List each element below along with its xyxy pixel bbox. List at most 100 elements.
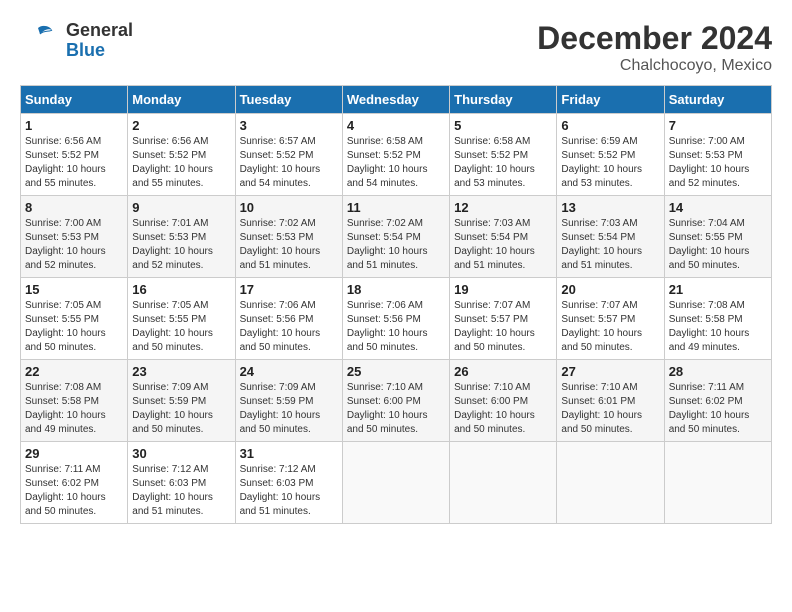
day-info: Sunrise: 6:57 AM Sunset: 5:52 PM Dayligh… — [240, 135, 338, 191]
day-number: 22 — [25, 364, 123, 379]
week-row: 8 Sunrise: 7:00 AM Sunset: 5:53 PM Daylig… — [21, 196, 772, 278]
day-info: Sunrise: 7:09 AM Sunset: 5:59 PM Dayligh… — [132, 381, 230, 437]
day-info: Sunrise: 6:56 AM Sunset: 5:52 PM Dayligh… — [25, 135, 123, 191]
day-info: Sunrise: 7:04 AM Sunset: 5:55 PM Dayligh… — [669, 217, 767, 273]
day-number: 1 — [25, 118, 123, 133]
day-number: 4 — [347, 118, 445, 133]
calendar-cell: 11 Sunrise: 7:02 AM Sunset: 5:54 PM Dayli… — [342, 196, 449, 278]
day-number: 15 — [25, 282, 123, 297]
calendar-cell: 16 Sunrise: 7:05 AM Sunset: 5:55 PM Dayli… — [128, 278, 235, 360]
page-header: General Blue December 2024 Chalchocoyo, … — [20, 20, 772, 75]
logo-blue: Blue — [66, 41, 133, 61]
day-info: Sunrise: 6:56 AM Sunset: 5:52 PM Dayligh… — [132, 135, 230, 191]
day-info: Sunrise: 7:06 AM Sunset: 5:56 PM Dayligh… — [347, 299, 445, 355]
day-info: Sunrise: 7:03 AM Sunset: 5:54 PM Dayligh… — [561, 217, 659, 273]
day-number: 7 — [669, 118, 767, 133]
day-info: Sunrise: 7:11 AM Sunset: 6:02 PM Dayligh… — [669, 381, 767, 437]
day-number: 17 — [240, 282, 338, 297]
col-monday: Monday — [128, 86, 235, 114]
week-row: 15 Sunrise: 7:05 AM Sunset: 5:55 PM Dayli… — [21, 278, 772, 360]
calendar-cell: 21 Sunrise: 7:08 AM Sunset: 5:58 PM Dayli… — [664, 278, 771, 360]
calendar-cell: 28 Sunrise: 7:11 AM Sunset: 6:02 PM Dayli… — [664, 360, 771, 442]
calendar-cell: 19Sunrise: 7:07 AM Sunset: 5:57 PM Dayli… — [450, 278, 557, 360]
calendar-cell: 12Sunrise: 7:03 AM Sunset: 5:54 PM Dayli… — [450, 196, 557, 278]
day-info: Sunrise: 7:10 AM Sunset: 6:00 PM Dayligh… — [347, 381, 445, 437]
logo-text: General Blue — [66, 21, 133, 61]
week-row: 29Sunrise: 7:11 AM Sunset: 6:02 PM Dayli… — [21, 442, 772, 524]
day-info: Sunrise: 7:02 AM Sunset: 5:53 PM Dayligh… — [240, 217, 338, 273]
day-number: 24 — [240, 364, 338, 379]
week-row: 22Sunrise: 7:08 AM Sunset: 5:58 PM Dayli… — [21, 360, 772, 442]
calendar-cell: 3 Sunrise: 6:57 AM Sunset: 5:52 PM Daylig… — [235, 114, 342, 196]
day-number: 18 — [347, 282, 445, 297]
day-info: Sunrise: 7:06 AM Sunset: 5:56 PM Dayligh… — [240, 299, 338, 355]
col-thursday: Thursday — [450, 86, 557, 114]
day-number: 5 — [454, 118, 552, 133]
day-number: 9 — [132, 200, 230, 215]
calendar-table: Sunday Monday Tuesday Wednesday Thursday… — [20, 85, 772, 524]
day-number: 23 — [132, 364, 230, 379]
day-number: 19 — [454, 282, 552, 297]
day-number: 13 — [561, 200, 659, 215]
day-number: 25 — [347, 364, 445, 379]
calendar-cell: 17 Sunrise: 7:06 AM Sunset: 5:56 PM Dayli… — [235, 278, 342, 360]
day-number: 16 — [132, 282, 230, 297]
calendar-cell: 13 Sunrise: 7:03 AM Sunset: 5:54 PM Dayli… — [557, 196, 664, 278]
day-info: Sunrise: 7:02 AM Sunset: 5:54 PM Dayligh… — [347, 217, 445, 273]
day-number: 26 — [454, 364, 552, 379]
day-info: Sunrise: 6:59 AM Sunset: 5:52 PM Dayligh… — [561, 135, 659, 191]
day-info: Sunrise: 7:10 AM Sunset: 6:00 PM Dayligh… — [454, 381, 552, 437]
calendar-cell: 31Sunrise: 7:12 AM Sunset: 6:03 PM Dayli… — [235, 442, 342, 524]
calendar-cell: 25 Sunrise: 7:10 AM Sunset: 6:00 PM Dayli… — [342, 360, 449, 442]
calendar-cell: 10 Sunrise: 7:02 AM Sunset: 5:53 PM Dayli… — [235, 196, 342, 278]
calendar-cell: 15 Sunrise: 7:05 AM Sunset: 5:55 PM Dayli… — [21, 278, 128, 360]
day-number: 14 — [669, 200, 767, 215]
logo-bird-icon — [20, 20, 56, 61]
col-wednesday: Wednesday — [342, 86, 449, 114]
calendar-cell — [557, 442, 664, 524]
calendar-cell: 20Sunrise: 7:07 AM Sunset: 5:57 PM Dayli… — [557, 278, 664, 360]
col-tuesday: Tuesday — [235, 86, 342, 114]
calendar-cell: 4 Sunrise: 6:58 AM Sunset: 5:52 PM Daylig… — [342, 114, 449, 196]
calendar-cell: 5 Sunrise: 6:58 AM Sunset: 5:52 PM Daylig… — [450, 114, 557, 196]
calendar-cell: 22Sunrise: 7:08 AM Sunset: 5:58 PM Dayli… — [21, 360, 128, 442]
calendar-cell: 29Sunrise: 7:11 AM Sunset: 6:02 PM Dayli… — [21, 442, 128, 524]
day-info: Sunrise: 6:58 AM Sunset: 5:52 PM Dayligh… — [454, 135, 552, 191]
calendar-cell: 7 Sunrise: 7:00 AM Sunset: 5:53 PM Daylig… — [664, 114, 771, 196]
day-info: Sunrise: 7:00 AM Sunset: 5:53 PM Dayligh… — [25, 217, 123, 273]
day-info: Sunrise: 7:01 AM Sunset: 5:53 PM Dayligh… — [132, 217, 230, 273]
day-number: 21 — [669, 282, 767, 297]
logo-general: General — [66, 21, 133, 41]
calendar-header-row: Sunday Monday Tuesday Wednesday Thursday… — [21, 86, 772, 114]
day-info: Sunrise: 7:00 AM Sunset: 5:53 PM Dayligh… — [669, 135, 767, 191]
calendar-cell — [664, 442, 771, 524]
day-number: 30 — [132, 446, 230, 461]
day-number: 29 — [25, 446, 123, 461]
day-number: 28 — [669, 364, 767, 379]
logo: General Blue — [20, 20, 133, 61]
day-number: 11 — [347, 200, 445, 215]
day-info: Sunrise: 7:08 AM Sunset: 5:58 PM Dayligh… — [669, 299, 767, 355]
day-number: 6 — [561, 118, 659, 133]
calendar-cell: 27Sunrise: 7:10 AM Sunset: 6:01 PM Dayli… — [557, 360, 664, 442]
day-info: Sunrise: 6:58 AM Sunset: 5:52 PM Dayligh… — [347, 135, 445, 191]
col-saturday: Saturday — [664, 86, 771, 114]
week-row: 1 Sunrise: 6:56 AM Sunset: 5:52 PM Daylig… — [21, 114, 772, 196]
calendar-cell: 23 Sunrise: 7:09 AM Sunset: 5:59 PM Dayli… — [128, 360, 235, 442]
day-info: Sunrise: 7:05 AM Sunset: 5:55 PM Dayligh… — [25, 299, 123, 355]
day-number: 2 — [132, 118, 230, 133]
calendar-cell: 2 Sunrise: 6:56 AM Sunset: 5:52 PM Daylig… — [128, 114, 235, 196]
calendar-cell — [450, 442, 557, 524]
day-number: 8 — [25, 200, 123, 215]
calendar-cell: 9 Sunrise: 7:01 AM Sunset: 5:53 PM Daylig… — [128, 196, 235, 278]
day-info: Sunrise: 7:12 AM Sunset: 6:03 PM Dayligh… — [240, 463, 338, 519]
calendar-cell: 8 Sunrise: 7:00 AM Sunset: 5:53 PM Daylig… — [21, 196, 128, 278]
day-number: 10 — [240, 200, 338, 215]
day-info: Sunrise: 7:05 AM Sunset: 5:55 PM Dayligh… — [132, 299, 230, 355]
day-info: Sunrise: 7:07 AM Sunset: 5:57 PM Dayligh… — [561, 299, 659, 355]
calendar-cell: 26 Sunrise: 7:10 AM Sunset: 6:00 PM Dayli… — [450, 360, 557, 442]
calendar-cell: 6 Sunrise: 6:59 AM Sunset: 5:52 PM Daylig… — [557, 114, 664, 196]
page-title: December 2024 — [537, 20, 772, 57]
day-number: 27 — [561, 364, 659, 379]
day-number: 3 — [240, 118, 338, 133]
